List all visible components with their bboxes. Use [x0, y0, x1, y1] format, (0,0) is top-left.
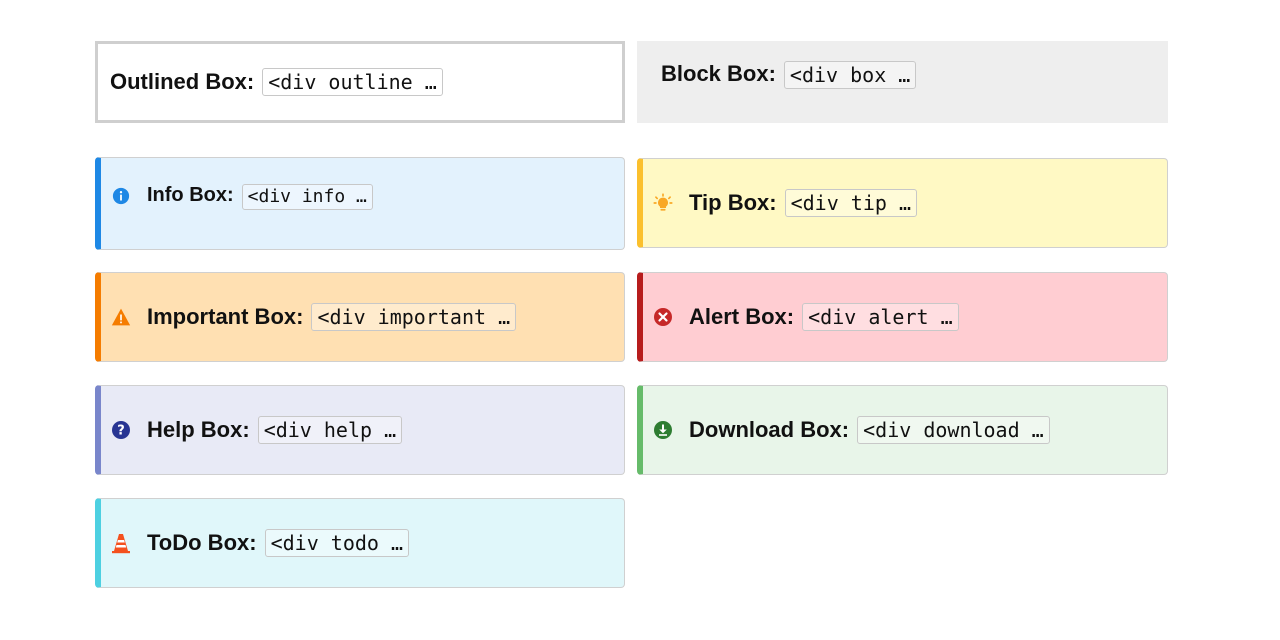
outlined-box-code: <div outline …	[262, 68, 443, 96]
info-box: Info Box: <div info …	[95, 157, 625, 250]
tip-box: Tip Box: <div tip …	[637, 158, 1168, 248]
svg-text:?: ?	[117, 424, 125, 439]
block-box: Block Box: <div box …	[637, 41, 1168, 123]
outlined-box: Outlined Box: <div outline …	[95, 41, 625, 123]
tip-box-code: <div tip …	[784, 189, 918, 217]
info-box-code: <div info …	[241, 184, 373, 210]
help-icon: ?	[111, 420, 131, 440]
download-box-code: <div download …	[857, 416, 1050, 444]
info-icon	[111, 186, 131, 206]
alert-box: Alert Box: <div alert …	[637, 272, 1168, 362]
tip-box-label: Tip Box:	[689, 190, 777, 215]
help-box: ? Help Box: <div help …	[95, 385, 625, 475]
download-icon	[653, 420, 673, 440]
info-box-label: Info Box:	[147, 184, 234, 206]
error-icon	[653, 307, 673, 327]
lightbulb-icon	[653, 193, 673, 213]
help-box-code: <div help …	[257, 416, 403, 444]
todo-box: ToDo Box: <div todo …	[95, 498, 625, 588]
warning-icon	[111, 307, 131, 327]
block-box-code: <div box …	[783, 61, 917, 89]
todo-box-label: ToDo Box:	[147, 530, 257, 555]
download-box-label: Download Box:	[689, 417, 850, 442]
alert-box-label: Alert Box:	[689, 304, 795, 329]
outlined-box-label: Outlined Box:	[110, 69, 255, 94]
block-box-label: Block Box:	[661, 61, 776, 86]
important-box: Important Box: <div important …	[95, 272, 625, 362]
download-box: Download Box: <div download …	[637, 385, 1168, 475]
alert-box-code: <div alert …	[802, 303, 959, 331]
traffic-cone-icon	[111, 533, 131, 554]
important-box-code: <div important …	[311, 303, 517, 331]
important-box-label: Important Box:	[147, 304, 304, 329]
todo-box-code: <div todo …	[264, 529, 410, 557]
help-box-label: Help Box:	[147, 417, 250, 442]
